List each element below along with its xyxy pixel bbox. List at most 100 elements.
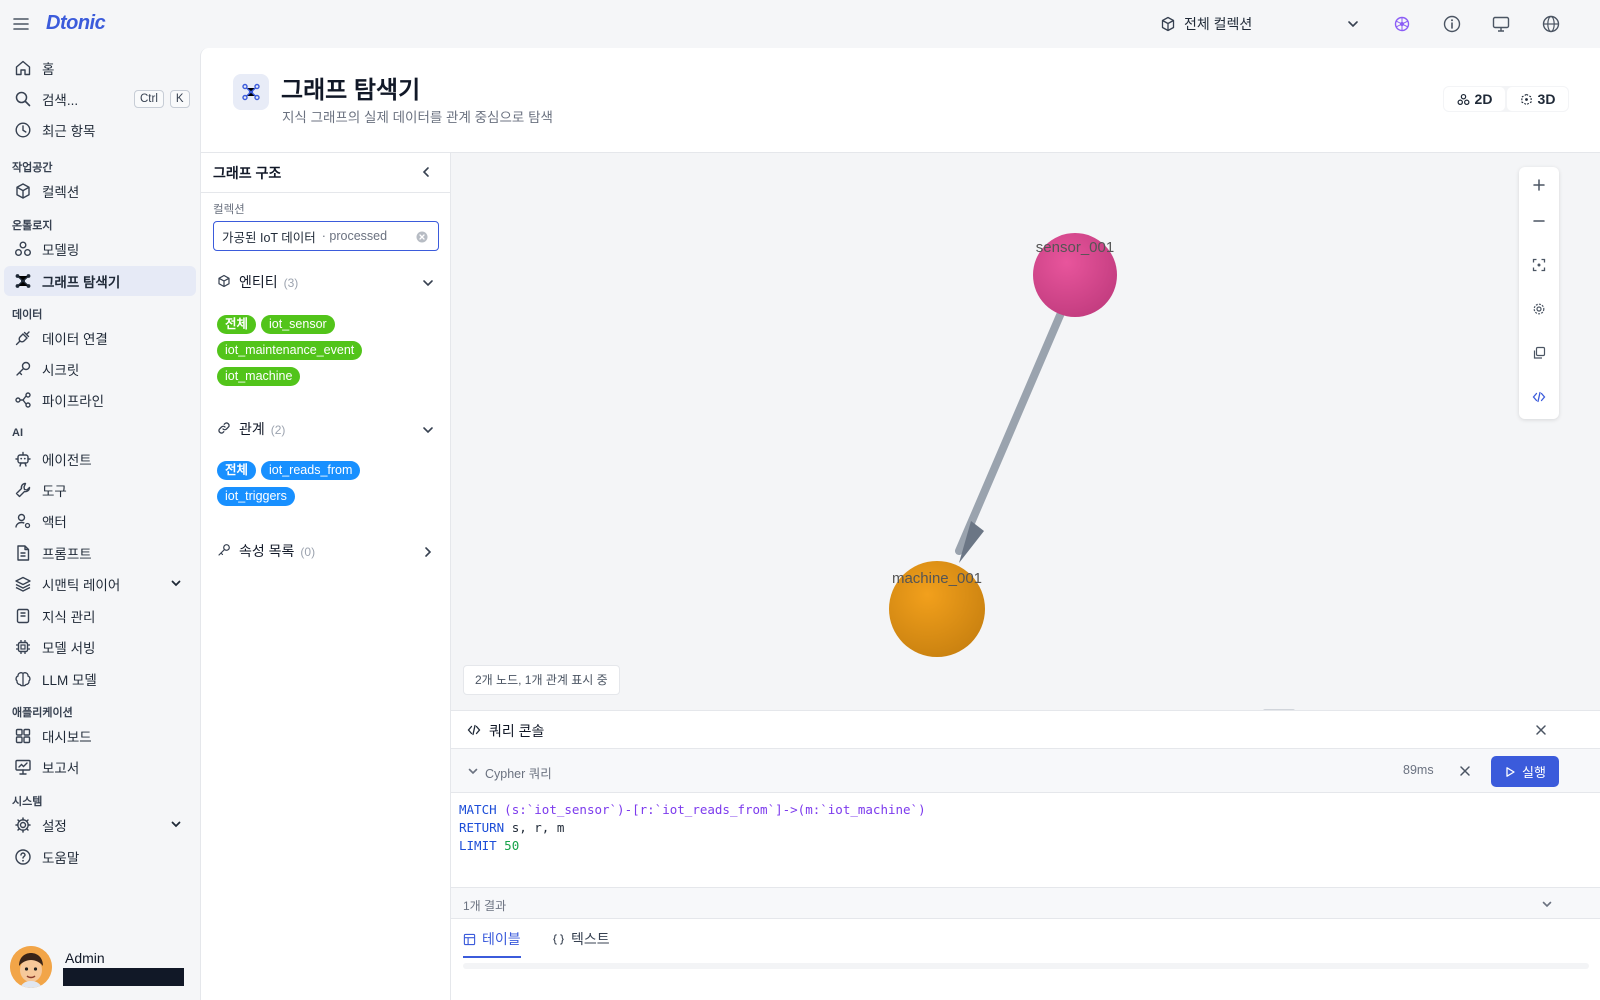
sidebar-item-pipelines[interactable]: 파이프라인 <box>4 385 196 415</box>
cypher-query-bar: Cypher 쿼리 89ms 실행 <box>451 749 1600 793</box>
help-icon <box>14 848 32 866</box>
cypher-editor[interactable]: MATCH (s:`iot_sensor`)-[r:`iot_reads_fro… <box>459 801 1593 887</box>
view-mode-toggle: 2D 3D <box>1443 86 1569 112</box>
gear-icon <box>1532 302 1546 316</box>
collection-tag: · processed <box>321 229 388 243</box>
chevron-left-icon[interactable] <box>419 165 433 179</box>
sidebar-item-dashboards[interactable]: 대시보드 <box>4 721 196 751</box>
graph-svg[interactable]: sensor_001 machine_001 <box>451 153 1600 710</box>
clear-icon[interactable] <box>416 231 428 243</box>
tab-table-label: 테이블 <box>482 931 521 947</box>
sidebar-item-modeling[interactable]: 모델링 <box>4 234 196 264</box>
globe-icon[interactable] <box>1541 14 1561 34</box>
sidebar-item-label: 모델링 <box>42 243 80 258</box>
view-3d-button[interactable]: 3D <box>1507 87 1568 111</box>
top-bar: Dtonic 전체 컬렉션 <box>0 0 1600 48</box>
sidebar-item-home[interactable]: 홈 <box>4 53 196 83</box>
relation-chip[interactable]: iot_reads_from <box>261 461 361 480</box>
pipeline-icon <box>14 391 32 409</box>
fit-view-button[interactable] <box>1519 247 1559 283</box>
monitor-icon[interactable] <box>1491 14 1511 34</box>
user-name: Admin <box>65 950 105 966</box>
sidebar-item-agents[interactable]: 에이전트 <box>4 444 196 474</box>
entities-section-header[interactable]: 엔티티 (3) <box>201 267 450 295</box>
sidebar-item-help[interactable]: 도움말 <box>4 842 196 872</box>
copy-button[interactable] <box>1519 335 1559 371</box>
relation-chip-all[interactable]: 전체 <box>217 461 257 480</box>
entity-chip[interactable]: iot_machine <box>217 367 301 386</box>
relations-section-header[interactable]: 관계 (2) <box>201 414 450 442</box>
sidebar-item-actors[interactable]: 액터 <box>4 506 196 536</box>
sidebar-item-label: 지식 관리 <box>42 610 96 625</box>
sidebar-item-semantic-layer[interactable]: 시맨틱 레이어 <box>4 569 196 599</box>
presentation-icon <box>14 758 32 776</box>
dashboard-icon <box>14 727 32 745</box>
sidebar-item-label: 도구 <box>42 484 67 499</box>
query-console-toggle-button[interactable] <box>1519 379 1559 415</box>
sidebar-item-recent[interactable]: 최근 항목 <box>4 115 196 145</box>
sidebar-item-search[interactable]: 검색... Ctrl K <box>4 84 196 114</box>
query-console-title: 쿼리 콘솔 <box>489 723 545 739</box>
sidebar-item-data-connections[interactable]: 데이터 연결 <box>4 323 196 353</box>
sidebar-item-reports[interactable]: 보고서 <box>4 752 196 782</box>
graph-canvas[interactable]: sensor_001 machine_001 2개 노드, 1개 관계 표시 중 <box>451 152 1600 710</box>
graph-explorer-icon <box>233 74 269 110</box>
sidebar-item-collections[interactable]: 컬렉션 <box>4 176 196 206</box>
entity-chip-all[interactable]: 전체 <box>217 315 257 334</box>
graph-settings-button[interactable] <box>1519 291 1559 327</box>
sidebar-item-llm-models[interactable]: LLM 모델 <box>4 664 196 694</box>
sidebar-item-label: 그래프 탐색기 <box>42 275 121 290</box>
search-icon <box>14 90 32 108</box>
chevron-right-icon <box>421 545 435 559</box>
tab-text[interactable]: 텍스트 <box>552 929 610 949</box>
code-icon <box>467 723 481 737</box>
tab-text-label: 텍스트 <box>571 931 610 947</box>
code-line: MATCH (s:`iot_sensor`)-[r:`iot_reads_fro… <box>459 801 1593 819</box>
entity-chip[interactable]: iot_maintenance_event <box>217 341 363 360</box>
zoom-in-button[interactable] <box>1519 167 1559 203</box>
user-profile[interactable]: Admin <box>10 946 194 990</box>
properties-section-header[interactable]: 속성 목록 (0) <box>201 536 450 564</box>
sidebar-item-prompts[interactable]: 프롬프트 <box>4 538 196 568</box>
robot-icon <box>14 450 32 468</box>
view-2d-button[interactable]: 2D <box>1444 87 1505 111</box>
gear-icon <box>14 816 32 834</box>
sidebar-item-model-serving[interactable]: 모델 서빙 <box>4 632 196 662</box>
sidebar-item-tools[interactable]: 도구 <box>4 475 196 505</box>
relation-chip[interactable]: iot_triggers <box>217 487 295 506</box>
search-shortcut: Ctrl K <box>128 90 190 108</box>
document-icon <box>14 544 32 562</box>
app-logo[interactable]: Dtonic <box>46 12 106 35</box>
result-summary-bar[interactable]: 1개 결과 <box>451 887 1600 919</box>
close-icon[interactable] <box>1534 723 1548 737</box>
sidebar-item-knowledge-mgmt[interactable]: 지식 관리 <box>4 601 196 631</box>
run-query-button[interactable]: 실행 <box>1491 756 1559 787</box>
sidebar-item-label: 파이프라인 <box>42 394 105 409</box>
graph-theme-icon[interactable] <box>1392 14 1412 34</box>
clear-query-icon[interactable] <box>1459 765 1471 777</box>
zoom-out-button[interactable] <box>1519 203 1559 239</box>
sidebar-item-label: 설정 <box>42 819 67 834</box>
code-icon <box>1532 390 1546 404</box>
menu-icon[interactable] <box>12 15 30 33</box>
sidebar-item-label: LLM 모델 <box>42 673 97 688</box>
sidebar-item-settings[interactable]: 설정 <box>4 810 196 840</box>
sidebar-item-secrets[interactable]: 시크릿 <box>4 354 196 384</box>
chevron-down-icon[interactable] <box>467 765 479 777</box>
page-title: 그래프 탐색기 <box>281 77 421 104</box>
sidebar-section-ontology: 온톨로지 <box>12 220 53 232</box>
modeling-icon <box>1457 93 1475 106</box>
tab-table[interactable]: 테이블 <box>463 929 521 949</box>
chevron-down-icon <box>170 818 182 830</box>
key-icon <box>14 360 32 378</box>
info-icon[interactable] <box>1442 14 1462 34</box>
collection-selector[interactable]: 전체 컬렉션 <box>1160 10 1360 38</box>
sidebar-item-graph-explorer[interactable]: 그래프 탐색기 <box>4 266 196 296</box>
wrench-icon <box>14 481 32 499</box>
sidebar-section-ai: AI <box>12 427 23 439</box>
entity-chip[interactable]: iot_sensor <box>261 315 335 334</box>
run-query-label: 실행 <box>1522 765 1546 780</box>
graph-edge[interactable] <box>955 309 1065 555</box>
collection-select-field[interactable]: 가공된 IoT 데이터 · processed <box>213 221 439 251</box>
sidebar-item-label: 프롬프트 <box>42 547 92 562</box>
